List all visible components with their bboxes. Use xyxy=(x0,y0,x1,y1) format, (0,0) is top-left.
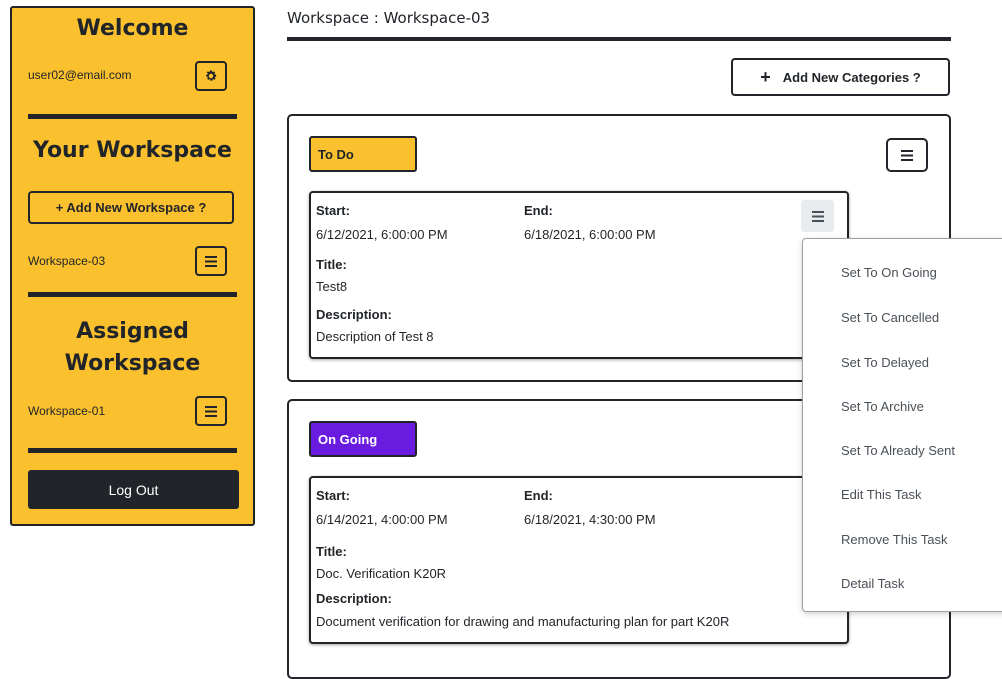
task-end-label: End: xyxy=(524,488,553,503)
task-title-label: Title: xyxy=(316,257,347,272)
task-start-value: 6/12/2021, 6:00:00 PM xyxy=(316,227,448,242)
sidebar: Welcome user02@email.com Your Workspace … xyxy=(10,6,255,526)
sidebar-divider xyxy=(28,448,237,453)
assigned-workspace-menu-button[interactable] xyxy=(195,396,227,426)
task-title-value: Test8 xyxy=(316,279,348,294)
task-description-value: Document verification for drawing and ma… xyxy=(316,614,730,629)
hamburger-icon xyxy=(205,255,217,267)
task-menu-button[interactable] xyxy=(801,200,834,232)
task-end-value: 6/18/2021, 4:30:00 PM xyxy=(524,512,656,527)
task-title-value: Doc. Verification K20R xyxy=(316,566,447,581)
your-workspace-heading: Your Workspace xyxy=(33,138,232,163)
sidebar-item-workspace-03[interactable]: Workspace-03 xyxy=(28,254,105,268)
menu-item-detail-task[interactable]: Detail Task xyxy=(841,576,904,591)
task-card[interactable]: Start: 6/12/2021, 6:00:00 PM End: 6/18/2… xyxy=(309,191,849,359)
menu-item-set-archive[interactable]: Set To Archive xyxy=(841,399,924,414)
assigned-heading-line1: Assigned xyxy=(76,319,189,344)
task-start-label: Start: xyxy=(316,488,350,503)
menu-item-set-cancelled[interactable]: Set To Cancelled xyxy=(841,310,939,325)
add-workspace-button[interactable]: + Add New Workspace ? xyxy=(28,191,234,224)
workspace-menu-button[interactable] xyxy=(195,246,227,276)
menu-item-edit-task[interactable]: Edit This Task xyxy=(841,487,921,502)
hamburger-icon xyxy=(901,149,913,161)
task-context-menu: Set To On Going Set To Cancelled Set To … xyxy=(802,238,1002,612)
welcome-heading: Welcome xyxy=(76,16,189,41)
page-title: Workspace : Workspace-03 xyxy=(287,9,491,27)
menu-item-set-delayed[interactable]: Set To Delayed xyxy=(841,355,929,370)
add-category-label: Add New Categories ? xyxy=(782,69,921,85)
hamburger-icon xyxy=(205,405,217,417)
task-end-value: 6/18/2021, 6:00:00 PM xyxy=(524,227,656,242)
task-start-label: Start: xyxy=(316,203,350,218)
task-end-label: End: xyxy=(524,203,553,218)
task-description-value: Description of Test 8 xyxy=(316,329,434,344)
gear-icon xyxy=(206,70,217,81)
hamburger-icon xyxy=(811,210,824,222)
task-description-label: Description: xyxy=(316,591,392,606)
category-label: To Do xyxy=(309,136,417,172)
task-start-value: 6/14/2021, 4:00:00 PM xyxy=(316,512,448,527)
menu-item-remove-task[interactable]: Remove This Task xyxy=(841,532,947,547)
category-menu-button[interactable] xyxy=(886,138,928,172)
settings-button[interactable] xyxy=(195,61,227,91)
add-category-button[interactable]: + Add New Categories ? xyxy=(731,58,950,96)
task-description-label: Description: xyxy=(316,307,392,322)
user-email: user02@email.com xyxy=(28,68,132,82)
logout-button[interactable]: Log Out xyxy=(28,470,239,509)
menu-item-set-already-sent[interactable]: Set To Already Sent xyxy=(841,443,955,458)
plus-icon: + xyxy=(760,66,771,87)
assigned-heading-line2: Workspace xyxy=(64,351,201,376)
sidebar-item-workspace-01[interactable]: Workspace-01 xyxy=(28,404,105,418)
assigned-workspace-heading: Assigned Workspace xyxy=(12,316,253,380)
menu-item-set-on-going[interactable]: Set To On Going xyxy=(841,265,937,280)
category-label: On Going xyxy=(309,421,417,457)
sidebar-divider xyxy=(28,292,237,297)
sidebar-divider xyxy=(28,114,237,119)
task-title-label: Title: xyxy=(316,544,347,559)
task-card[interactable]: Start: 6/14/2021, 4:00:00 PM End: 6/18/2… xyxy=(309,476,849,644)
title-divider xyxy=(287,37,951,41)
